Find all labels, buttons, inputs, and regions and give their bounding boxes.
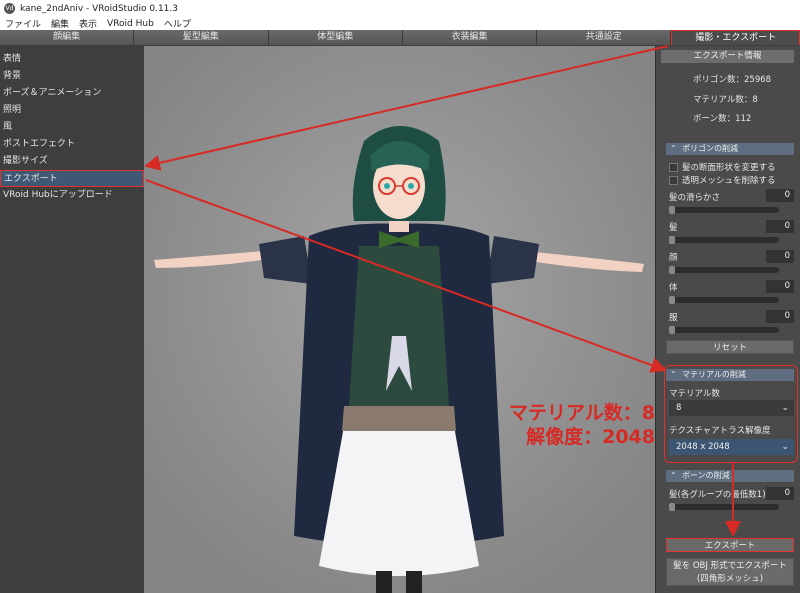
menu-help[interactable]: ヘルプ [159,17,196,30]
nav-item-expression[interactable]: 表情 [0,51,144,68]
left-nav: 表情 背景 ポーズ＆アニメーション 照明 風 ポストエフェクト 撮影サイズ エク… [0,46,144,593]
polygon-reduction-header[interactable]: ⌃ ポリゴンの削減 [666,143,794,155]
slider-thumb[interactable] [669,266,675,274]
nav-item-pose-animation[interactable]: ポーズ＆アニメーション [0,85,144,102]
3d-viewport[interactable] [144,46,655,593]
bone-hair-label: 髪(各グループの最低数1) [669,490,766,500]
face-label: 顔 [669,253,678,263]
nav-item-background[interactable]: 背景 [0,68,144,85]
nav-item-wind[interactable]: 風 [0,119,144,136]
menu-view[interactable]: 表示 [74,17,102,30]
menu-edit[interactable]: 編集 [46,17,74,30]
tab-face-edit[interactable]: 顔編集 [0,30,135,45]
slider-thumb[interactable] [669,326,675,334]
nav-item-post-effect[interactable]: ポストエフェクト [0,136,144,153]
slider-thumb[interactable] [669,503,675,511]
body-value[interactable]: 0 [766,280,794,293]
reset-button[interactable]: リセット [666,340,794,354]
export-info-header: エクスポート情報 [661,50,794,63]
annotation-material-count: マテリアル数：8 [508,402,655,424]
hair-smoothness-label: 髪の滑らかさ [669,193,721,203]
window-title: kane_2ndAniv - VRoidStudio 0.11.3 [20,3,178,14]
title-bar: Vd kane_2ndAniv - VRoidStudio 0.11.3 [0,0,800,17]
texture-atlas-label: テクスチャアトラス解像度 [669,426,771,436]
face-slider[interactable] [669,266,779,274]
face-value[interactable]: 0 [766,250,794,263]
app-icon: Vd [4,3,15,14]
tab-body-edit[interactable]: 体型編集 [268,30,403,45]
character-model [144,46,655,593]
checkbox-box [669,175,678,185]
tab-hair-edit[interactable]: 髪型編集 [134,30,269,45]
chevron-down-icon: ⌄ [781,403,789,413]
material-count-dropdown[interactable]: 8 ⌄ [669,400,794,416]
clothes-slider[interactable] [669,326,779,334]
material-count-label: マテリアル数 [669,389,720,399]
material-count: マテリアル数：8 [693,95,758,105]
polygon-count: ポリゴン数：25968 [693,75,772,85]
clothes-label: 服 [669,313,678,323]
menu-vroid-hub[interactable]: VRoid Hub [102,19,159,29]
body-label: 体 [669,283,678,293]
nav-item-vroid-hub-upload[interactable]: VRoid Hubにアップロード [0,187,144,204]
hair-value[interactable]: 0 [766,220,794,233]
hair-smoothness-slider[interactable] [669,206,779,214]
nav-item-lighting[interactable]: 照明 [0,102,144,119]
slider-thumb[interactable] [669,236,675,244]
menu-file[interactable]: ファイル [0,17,46,30]
body-slider[interactable] [669,296,779,304]
bone-hair-slider[interactable] [669,503,779,511]
material-reduction-header[interactable]: ⌃ マテリアルの削減 [666,369,794,381]
bone-hair-value[interactable]: 0 [766,487,794,500]
hair-smoothness-value[interactable]: 0 [766,189,794,202]
tab-common-settings[interactable]: 共通設定 [537,30,672,45]
chevron-up-icon: ⌃ [670,144,677,153]
slider-thumb[interactable] [669,296,675,304]
slider-thumb[interactable] [669,206,675,214]
tab-photo-export[interactable]: 撮影・エクスポート [671,30,800,45]
texture-atlas-dropdown[interactable]: 2048 x 2048 ⌄ [669,439,794,455]
nav-item-capture-size[interactable]: 撮影サイズ [0,153,144,170]
change-hair-cross-section-checkbox[interactable]: 髪の断面形状を変更する [669,161,776,173]
mode-tabs: 顔編集 髪型編集 体型編集 衣装編集 共通設定 撮影・エクスポート [0,30,800,45]
chevron-up-icon: ⌃ [670,471,677,480]
chevron-up-icon: ⌃ [670,370,677,379]
annotation-resolution: 解像度：2048 [526,426,655,448]
menu-bar: ファイル 編集 表示 VRoid Hub ヘルプ [0,17,800,30]
tab-outfit-edit[interactable]: 衣装編集 [402,30,538,45]
clothes-value[interactable]: 0 [766,310,794,323]
nav-item-export[interactable]: エクスポート [0,170,144,187]
checkbox-box [669,162,678,172]
remove-transparent-mesh-checkbox[interactable]: 透明メッシュを削除する [669,174,776,186]
bone-count: ボーン数：112 [693,114,752,124]
export-hair-obj-button[interactable]: 髪を OBJ 形式でエクスポート (四角形メッシュ) [666,558,794,586]
hair-label: 髪 [669,223,678,233]
chevron-down-icon: ⌄ [781,442,789,452]
hair-slider[interactable] [669,236,779,244]
bone-reduction-header[interactable]: ⌃ ボーンの削減 [666,470,794,482]
export-button[interactable]: エクスポート [666,538,794,552]
